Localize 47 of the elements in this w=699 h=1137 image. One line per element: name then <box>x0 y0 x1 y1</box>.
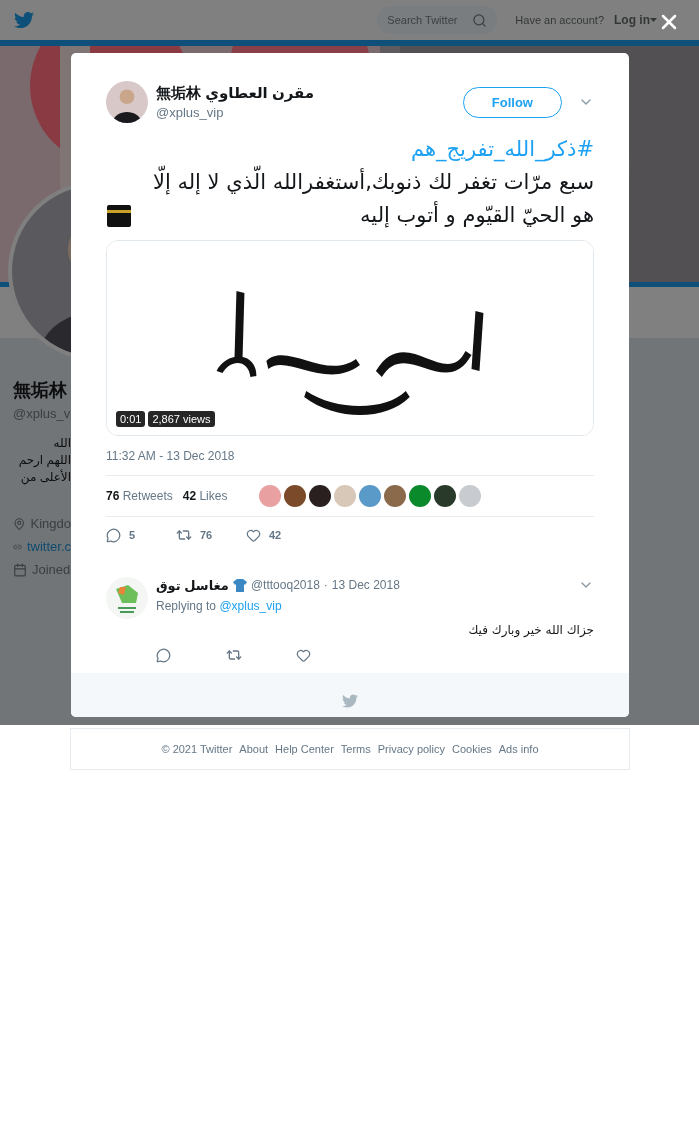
bio-line: اللهم ارحم <box>18 452 71 469</box>
footer-link[interactable]: Cookies <box>452 743 492 755</box>
footer-link[interactable]: Terms <box>340 743 371 755</box>
reply-author-name: مغاسل توق <box>156 577 229 593</box>
footer-link[interactable]: © 2021 Twitter <box>161 743 233 755</box>
footer-link[interactable]: Ads info <box>498 743 539 755</box>
reply-button[interactable]: 5 <box>106 527 176 543</box>
calendar-icon <box>13 562 27 577</box>
tweet-timestamp: 11:32 AM - 13 Dec 2018 <box>106 449 236 463</box>
profile-detail: Kingdo <box>30 516 71 531</box>
bird-logo-icon <box>342 692 358 709</box>
bio-line: الأعلى من <box>20 469 71 486</box>
liker-avatar[interactable] <box>434 485 457 507</box>
reply-text: جزاك الله خير وبارك فيك <box>467 623 594 637</box>
like-button[interactable]: 42 <box>246 527 316 543</box>
reply-handle: @tttooq2018 <box>250 578 320 592</box>
retweet-icon <box>176 527 192 543</box>
footer-link[interactable]: Help Center <box>275 743 334 755</box>
separator-dot: · <box>323 578 328 592</box>
heart-icon <box>296 647 311 663</box>
caret-icon <box>650 18 657 22</box>
video-duration: 0:01 <box>116 411 146 427</box>
bio-line: الله <box>53 435 71 452</box>
search-field[interactable]: Search Twitter <box>377 6 498 34</box>
login-link[interactable]: Log in <box>614 13 657 27</box>
stat-count[interactable]: 42 Likes <box>182 489 228 503</box>
view-count: 2,867 views <box>148 411 215 427</box>
retweet-icon <box>226 647 242 663</box>
bird-logo-icon[interactable] <box>14 10 34 30</box>
mention-link[interactable]: @xplus_vip <box>219 599 282 613</box>
liker-avatar[interactable] <box>284 485 307 507</box>
footer-link[interactable]: About <box>239 743 269 755</box>
shirt-icon <box>232 578 247 592</box>
retweet-button[interactable]: 76 <box>176 527 246 543</box>
replying-to-text: Replying to @xplus_vip <box>156 599 283 613</box>
stat-count[interactable]: 76 Retweets <box>106 489 173 503</box>
footer-link[interactable]: Privacy policy <box>377 743 445 755</box>
location-pin-icon <box>13 516 26 531</box>
liker-avatar[interactable] <box>309 485 332 507</box>
reply-date: 13 Dec 2018 <box>331 578 400 592</box>
heart-icon <box>246 527 261 543</box>
reply-icon <box>156 647 171 663</box>
search-icon <box>472 13 488 28</box>
account-prompt: Have an account? <box>515 14 604 26</box>
profile-detail: Joined <box>32 562 71 577</box>
profile-name: 無垢林 <box>13 379 68 402</box>
reply-icon <box>106 527 121 543</box>
